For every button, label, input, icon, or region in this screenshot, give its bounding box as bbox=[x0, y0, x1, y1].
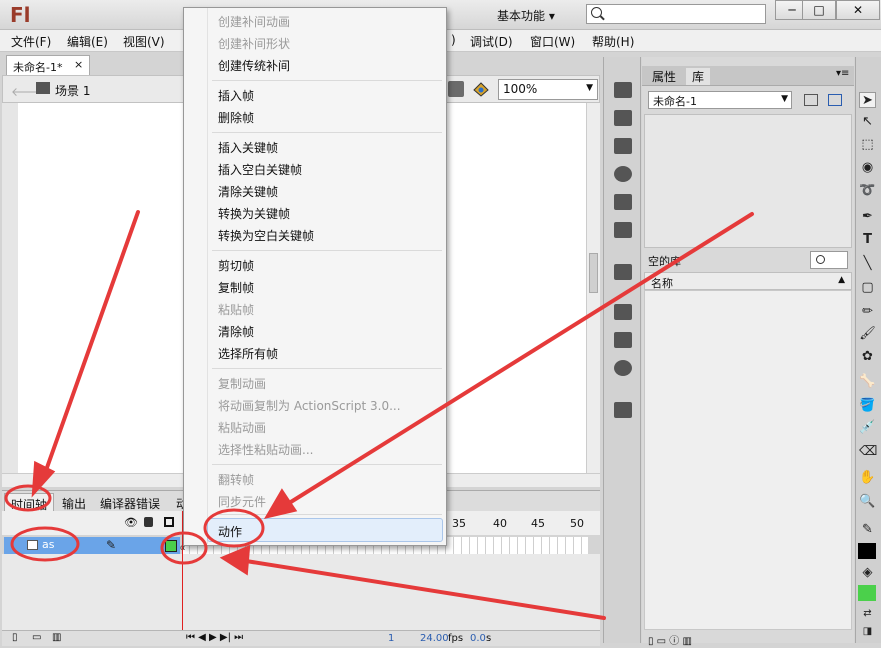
annotation-arrow-to-action bbox=[284, 212, 754, 507]
annotation-overlay bbox=[4, 210, 754, 620]
annotation-arrowhead bbox=[263, 488, 298, 519]
annotation-circle-action-item bbox=[203, 508, 265, 548]
annotation-arrowhead bbox=[219, 544, 251, 576]
annotation-circle-timeline-tab bbox=[4, 484, 52, 512]
annotation-arrow-to-keyframe bbox=[244, 559, 606, 620]
annotation-circle-layer bbox=[10, 526, 80, 562]
annotation-arrow-to-timeline bbox=[42, 210, 140, 478]
annotation-circle-keyframe bbox=[160, 531, 208, 565]
